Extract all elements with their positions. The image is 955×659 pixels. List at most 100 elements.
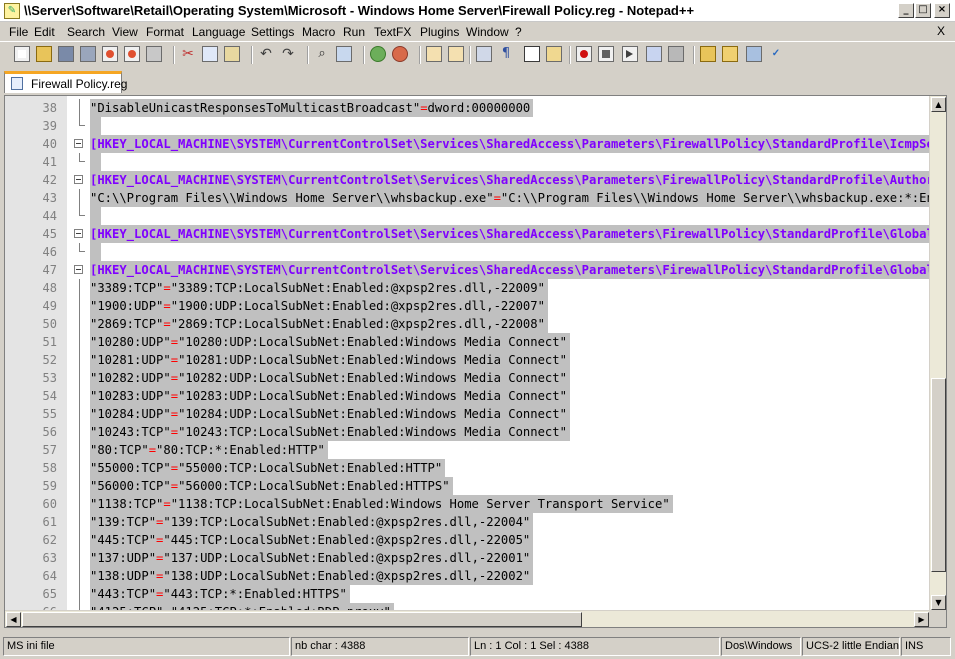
menu-edit[interactable]: Edit [34, 25, 55, 39]
code-line[interactable]: 52 "10281:UDP"="10281:UDP:LocalSubNet:Ena… [5, 351, 930, 369]
code-line[interactable]: 50 "2869:TCP"="2869:TCP:LocalSubNet:Enabl… [5, 315, 930, 333]
spellcheck-icon[interactable]: ✓ [768, 46, 784, 62]
run-macro-multiple-icon[interactable] [646, 46, 662, 62]
copy-icon[interactable] [202, 46, 218, 62]
editor[interactable]: 38 "DisableUnicastResponsesToMulticastBro… [4, 95, 947, 628]
word-wrap-icon[interactable] [476, 46, 492, 62]
code-line[interactable]: 47 [HKEY_LOCAL_MACHINE\SYSTEM\CurrentCont… [5, 261, 930, 279]
line-number: 56 [42, 425, 57, 439]
show-all-chars-icon[interactable]: ¶ [498, 46, 514, 62]
code-line[interactable]: 45 [HKEY_LOCAL_MACHINE\SYSTEM\CurrentCont… [5, 225, 930, 243]
print-icon[interactable] [146, 46, 162, 62]
menu-view[interactable]: View [112, 25, 138, 39]
line-number: 64 [42, 569, 57, 583]
scroll-right-arrow-icon[interactable]: ▶ [914, 612, 929, 627]
save-macro-icon[interactable] [668, 46, 684, 62]
fold-line-marker [79, 387, 80, 405]
code-line[interactable]: 65 "443:TCP"="443:TCP:*:Enabled:HTTPS" [5, 585, 930, 603]
code-line[interactable]: 49 "1900:UDP"="1900:UDP:LocalSubNet:Enabl… [5, 297, 930, 315]
code-line[interactable]: 64 "138:UDP"="138:UDP:LocalSubNet:Enabled… [5, 567, 930, 585]
new-icon[interactable] [14, 46, 30, 62]
monitor-icon[interactable] [746, 46, 762, 62]
cut-icon[interactable]: ✂ [180, 46, 196, 62]
code-line[interactable]: 44 [5, 207, 930, 225]
line-number: 59 [42, 479, 57, 493]
zoom-in-icon[interactable] [370, 46, 386, 62]
save-all-icon[interactable] [80, 46, 96, 62]
code-line[interactable]: 56 "10243:TCP"="10243:TCP:LocalSubNet:Ena… [5, 423, 930, 441]
code-line[interactable]: 41 [5, 153, 930, 171]
code-line[interactable]: 62 "445:TCP"="445:TCP:LocalSubNet:Enabled… [5, 531, 930, 549]
scroll-left-arrow-icon[interactable]: ◀ [6, 612, 21, 627]
code-line[interactable]: 42 [HKEY_LOCAL_MACHINE\SYSTEM\CurrentCont… [5, 171, 930, 189]
save-icon[interactable] [58, 46, 74, 62]
sync-horizontal-icon[interactable] [448, 46, 464, 62]
stop-macro-icon[interactable] [598, 46, 614, 62]
code-line[interactable]: 57 "80:TCP"="80:TCP:*:Enabled:HTTP" [5, 441, 930, 459]
minimize-button[interactable]: _ [898, 3, 914, 18]
close-icon[interactable] [102, 46, 118, 62]
code-line[interactable]: 54 "10283:UDP"="10283:UDP:LocalSubNet:Ena… [5, 387, 930, 405]
close-window-button[interactable]: × [934, 3, 950, 18]
menu-textfx[interactable]: TextFX [374, 25, 411, 39]
menu-plugins[interactable]: Plugins [420, 25, 459, 39]
code-line[interactable]: 61 "139:TCP"="139:TCP:LocalSubNet:Enabled… [5, 513, 930, 531]
paste-icon[interactable] [224, 46, 240, 62]
tab-firewall-policy[interactable]: Firewall Policy.reg [4, 71, 127, 93]
fold-line-marker [79, 549, 80, 567]
code-line[interactable]: 40 [HKEY_LOCAL_MACHINE\SYSTEM\CurrentCont… [5, 135, 930, 153]
close-all-icon[interactable] [124, 46, 140, 62]
menu-help[interactable]: ? [515, 25, 522, 39]
menu-file[interactable]: File [9, 25, 28, 39]
registry-value-text: "139:TCP"="139:TCP:LocalSubNet:Enabled:@… [90, 513, 534, 531]
indent-guide-icon[interactable] [524, 46, 540, 62]
maximize-button[interactable]: □ [915, 3, 931, 18]
code-line[interactable]: 39 [5, 117, 930, 135]
line-number: 61 [42, 515, 57, 529]
sync-vertical-icon[interactable] [426, 46, 442, 62]
user-lang-icon[interactable] [546, 46, 562, 62]
code-line[interactable]: 51 "10280:UDP"="10280:UDP:LocalSubNet:Ena… [5, 333, 930, 351]
folder-icon[interactable] [700, 46, 716, 62]
open-icon[interactable] [36, 46, 52, 62]
fold-toggle-icon[interactable] [74, 175, 83, 184]
replace-icon[interactable] [336, 46, 352, 62]
code-line[interactable]: 55 "10284:UDP"="10284:UDP:LocalSubNet:Ena… [5, 405, 930, 423]
menu-search[interactable]: Search [67, 25, 105, 39]
zoom-out-icon[interactable] [392, 46, 408, 62]
code-line[interactable]: 46 [5, 243, 930, 261]
code-line[interactable]: 43 "C:\\Program Files\\Windows Home Serve… [5, 189, 930, 207]
vertical-scroll-thumb[interactable] [931, 378, 946, 572]
code-line[interactable]: 59 "56000:TCP"="56000:TCP:LocalSubNet:Ena… [5, 477, 930, 495]
close-document-button[interactable]: X [937, 24, 945, 38]
menu-language[interactable]: Language [192, 25, 245, 39]
find-icon[interactable]: ⌕ [314, 46, 330, 62]
menu-macro[interactable]: Macro [302, 25, 335, 39]
menu-format[interactable]: Format [146, 25, 184, 39]
menu-window[interactable]: Window [466, 25, 509, 39]
horizontal-scroll-thumb[interactable] [22, 612, 582, 627]
redo-icon[interactable]: ↷ [280, 46, 296, 62]
scroll-down-arrow-icon[interactable]: ▼ [931, 595, 946, 610]
play-macro-icon[interactable] [622, 46, 638, 62]
code-line[interactable]: 58 "55000:TCP"="55000:TCP:LocalSubNet:Ena… [5, 459, 930, 477]
undo-icon[interactable]: ↶ [258, 46, 274, 62]
code-line[interactable]: 53 "10282:UDP"="10282:UDP:LocalSubNet:Ena… [5, 369, 930, 387]
folder-open-icon[interactable] [722, 46, 738, 62]
menu-settings[interactable]: Settings [251, 25, 294, 39]
menu-bar: File Edit Search View Format Language Se… [0, 22, 955, 41]
code-line[interactable]: 48 "3389:TCP"="3389:TCP:LocalSubNet:Enabl… [5, 279, 930, 297]
horizontal-scrollbar[interactable]: ◀ ▶ [5, 610, 930, 627]
registry-value-text: "138:UDP"="138:UDP:LocalSubNet:Enabled:@… [90, 567, 534, 585]
fold-toggle-icon[interactable] [74, 265, 83, 274]
code-line[interactable]: 60 "1138:TCP"="1138:TCP:LocalSubNet:Enabl… [5, 495, 930, 513]
line-number: 38 [42, 101, 57, 115]
record-macro-icon[interactable] [576, 46, 592, 62]
menu-run[interactable]: Run [343, 25, 365, 39]
scroll-up-arrow-icon[interactable]: ▲ [931, 97, 946, 112]
fold-toggle-icon[interactable] [74, 139, 83, 148]
code-line[interactable]: 38 "DisableUnicastResponsesToMulticastBro… [5, 99, 930, 117]
fold-toggle-icon[interactable] [74, 229, 83, 238]
code-line[interactable]: 63 "137:UDP"="137:UDP:LocalSubNet:Enabled… [5, 549, 930, 567]
vertical-scrollbar[interactable]: ▲ ▼ [929, 96, 946, 611]
